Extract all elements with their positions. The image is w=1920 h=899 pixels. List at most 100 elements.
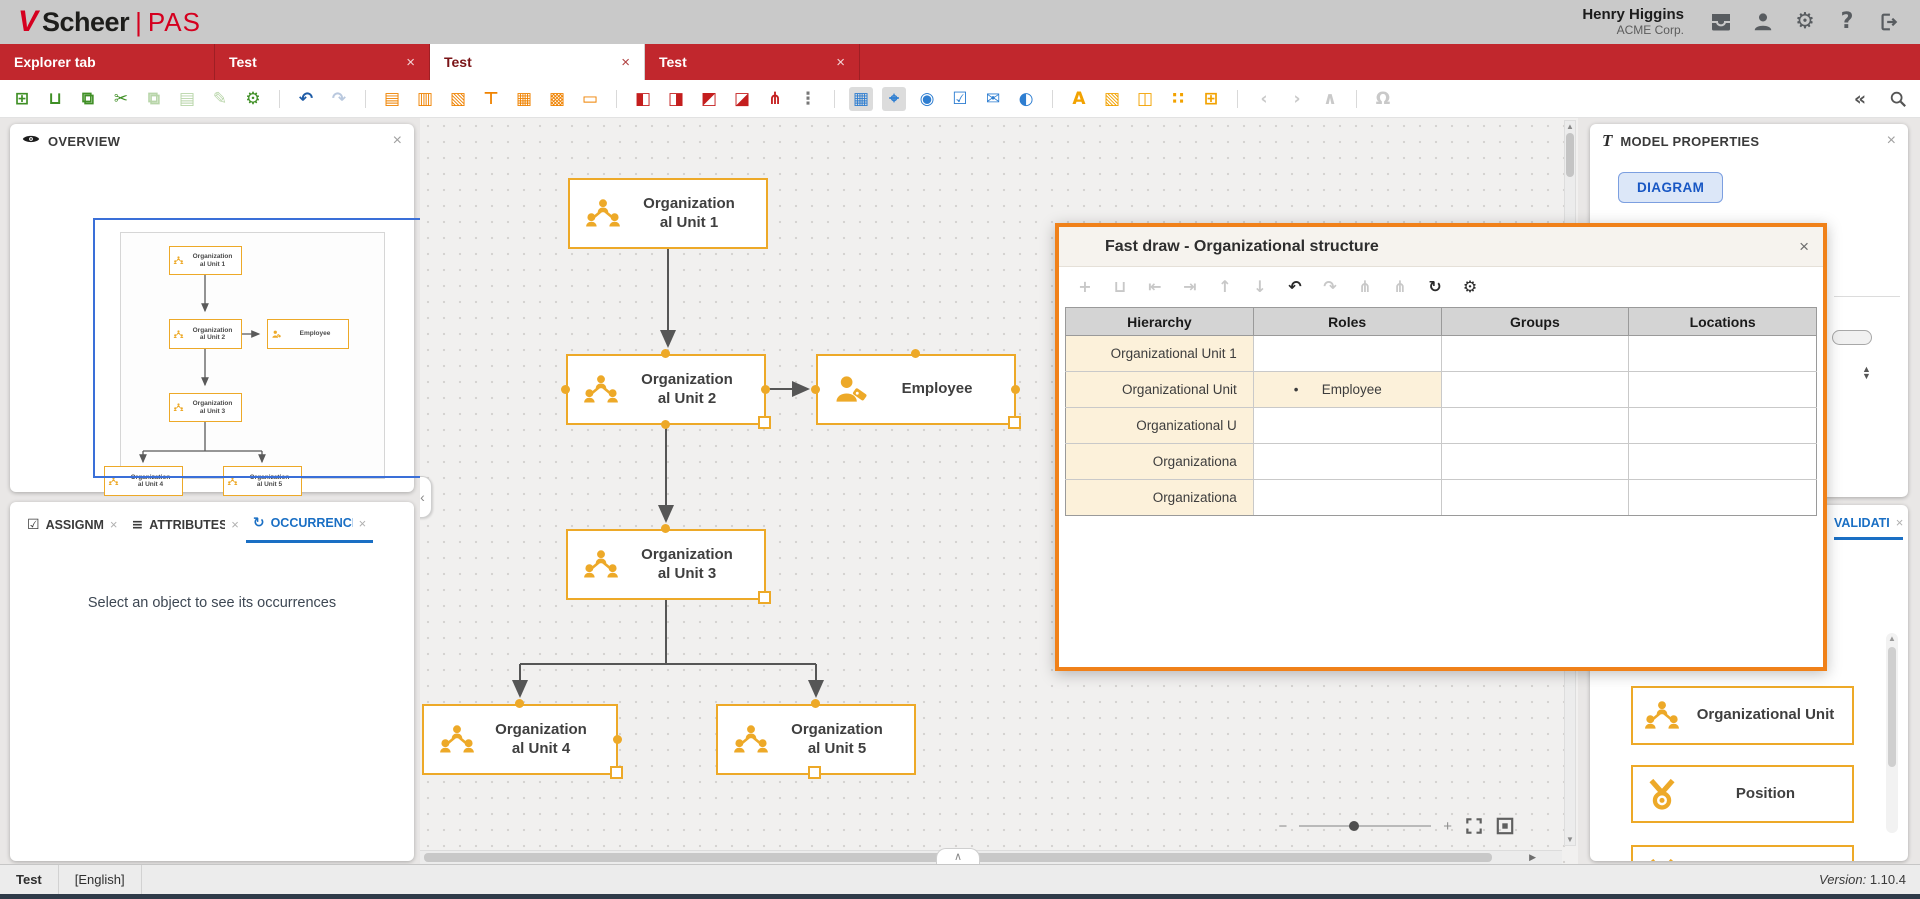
nav-back-icon[interactable]: ‹ bbox=[1252, 87, 1276, 111]
redo-icon[interactable]: ↷ bbox=[327, 87, 351, 111]
groups-cell[interactable] bbox=[1441, 408, 1629, 444]
hierarchy-cell[interactable]: Organizational Unit 1 bbox=[1066, 336, 1254, 372]
export-image-icon[interactable]: ▩ bbox=[545, 87, 569, 111]
font-color-icon[interactable]: A bbox=[1067, 87, 1091, 111]
inbox-tray-icon[interactable] bbox=[1708, 9, 1734, 35]
locations-cell[interactable] bbox=[1629, 336, 1817, 372]
palette-item-3[interactable] bbox=[1631, 845, 1854, 861]
palette-scrollbar[interactable]: ▲ bbox=[1886, 633, 1898, 833]
branch-icon[interactable]: ⋔ bbox=[1355, 274, 1375, 298]
find-objects-icon[interactable]: ◉ bbox=[915, 87, 939, 111]
tab-test-3[interactable]: Test × bbox=[645, 44, 860, 80]
toggle-highlight-icon[interactable]: ◐ bbox=[1014, 87, 1038, 111]
settings-gear-icon[interactable]: ⚙ bbox=[1792, 9, 1818, 35]
user-profile-icon[interactable] bbox=[1750, 9, 1776, 35]
layout-columns-icon[interactable]: ◫ bbox=[1133, 87, 1157, 111]
redo-icon[interactable]: ↷ bbox=[1320, 274, 1340, 298]
delete-object-icon[interactable]: ◪ bbox=[730, 87, 754, 111]
toggle-grid-icon[interactable]: ▦ bbox=[849, 87, 873, 111]
tab-explorer[interactable]: Explorer tab bbox=[0, 44, 215, 80]
canvas-horizontal-scrollbar[interactable]: ▶ bbox=[420, 850, 1562, 864]
connection-port[interactable] bbox=[811, 385, 820, 394]
scroll-down-icon[interactable]: ▼ bbox=[1565, 835, 1575, 844]
delete-row-icon[interactable]: ⊔ bbox=[1110, 274, 1130, 298]
connection-port[interactable] bbox=[661, 524, 670, 533]
tab-close-icon[interactable]: × bbox=[406, 54, 415, 71]
locations-cell[interactable] bbox=[1629, 372, 1817, 408]
connection-port[interactable] bbox=[561, 385, 570, 394]
tab-close-icon[interactable]: × bbox=[1896, 515, 1904, 530]
duplicate-model-icon[interactable]: ⧉ bbox=[76, 87, 100, 111]
resize-handle[interactable] bbox=[758, 416, 771, 429]
format-painter-icon[interactable]: ✎ bbox=[208, 87, 232, 111]
tab-occurrences[interactable]: ↻ OCCURRENCES × bbox=[246, 506, 373, 543]
insert-image-icon[interactable]: ▧ bbox=[1100, 87, 1124, 111]
tab-validation[interactable]: VALIDATI × bbox=[1834, 515, 1903, 540]
diagram-type-button[interactable]: DIAGRAM bbox=[1618, 172, 1723, 203]
connection-port[interactable] bbox=[1011, 385, 1020, 394]
groups-cell[interactable] bbox=[1441, 444, 1629, 480]
overview-close-icon[interactable]: × bbox=[393, 133, 402, 149]
connection-port[interactable] bbox=[661, 349, 670, 358]
connection-port[interactable] bbox=[761, 385, 770, 394]
scroll-up-icon[interactable]: ▲ bbox=[1565, 122, 1575, 131]
nav-up-icon[interactable]: ∧ bbox=[1318, 87, 1342, 111]
node-org-unit-1[interactable]: Organizational Unit 1 bbox=[568, 178, 768, 249]
palette-item-organizational-unit[interactable]: Organizational Unit bbox=[1631, 686, 1854, 745]
node-org-unit-4[interactable]: Organizational Unit 4 bbox=[422, 704, 618, 775]
scroll-right-icon[interactable]: ▶ bbox=[1529, 852, 1536, 863]
add-row-icon[interactable]: + bbox=[1075, 274, 1095, 298]
zoom-in-button[interactable]: + bbox=[1443, 818, 1452, 835]
paste-icon[interactable]: ▤ bbox=[175, 87, 199, 111]
insert-table-icon[interactable]: ⊞ bbox=[1199, 87, 1223, 111]
table-settings-icon[interactable]: ⚙ bbox=[1460, 274, 1480, 298]
connection-port[interactable] bbox=[811, 699, 820, 708]
resize-handle[interactable] bbox=[610, 766, 623, 779]
locations-cell[interactable] bbox=[1629, 480, 1817, 516]
move-down-icon[interactable]: ↓ bbox=[1250, 274, 1270, 298]
layout-grid-icon[interactable]: ∷ bbox=[1166, 87, 1190, 111]
palette-item-position[interactable]: Position bbox=[1631, 765, 1854, 823]
crop-selection-icon[interactable]: ▭ bbox=[578, 87, 602, 111]
tab-attributes[interactable]: ≡ ATTRIBUTES × bbox=[125, 508, 246, 542]
tab-close-icon[interactable]: × bbox=[110, 517, 118, 532]
comments-icon[interactable]: ✉ bbox=[981, 87, 1005, 111]
undo-icon[interactable]: ↶ bbox=[1285, 274, 1305, 298]
lock-icon[interactable]: Ω bbox=[1371, 87, 1395, 111]
zoom-out-button[interactable]: − bbox=[1278, 818, 1287, 835]
connection-port[interactable] bbox=[911, 349, 920, 358]
logout-icon[interactable] bbox=[1876, 9, 1902, 35]
nav-forward-icon[interactable]: › bbox=[1285, 87, 1309, 111]
export-model-icon[interactable]: ▤ bbox=[380, 87, 404, 111]
refresh-icon[interactable]: ↻ bbox=[1425, 274, 1445, 298]
hierarchy-cell[interactable]: Organizational Unit bbox=[1066, 372, 1254, 408]
tab-test-1[interactable]: Test × bbox=[215, 44, 430, 80]
select-mode-icon[interactable]: ⌖ bbox=[882, 87, 906, 111]
undo-icon[interactable]: ↶ bbox=[294, 87, 318, 111]
groups-cell[interactable] bbox=[1441, 372, 1629, 408]
search-icon[interactable] bbox=[1886, 87, 1910, 111]
resize-handle[interactable] bbox=[1008, 416, 1021, 429]
node-org-unit-2[interactable]: Organizational Unit 2 bbox=[566, 354, 766, 425]
palette-scroll-thumb[interactable] bbox=[1888, 647, 1896, 767]
resize-handle[interactable] bbox=[808, 766, 821, 779]
collapse-left-panel-handle[interactable]: ‹ bbox=[420, 476, 432, 518]
zoom-slider-thumb[interactable] bbox=[1349, 821, 1359, 831]
zoom-slider[interactable] bbox=[1299, 825, 1431, 827]
hierarchy-cell[interactable]: Organizationa bbox=[1066, 444, 1254, 480]
outdent-icon[interactable]: ⇤ bbox=[1145, 274, 1165, 298]
tab-close-icon[interactable]: × bbox=[836, 54, 845, 71]
assign-object-icon[interactable]: ◧ bbox=[631, 87, 655, 111]
fullscreen-icon[interactable] bbox=[1464, 816, 1484, 836]
print-model-icon[interactable]: ▦ bbox=[512, 87, 536, 111]
connection-port[interactable] bbox=[515, 699, 524, 708]
tab-test-2-active[interactable]: Test × bbox=[430, 44, 645, 80]
groups-cell[interactable] bbox=[1441, 480, 1629, 516]
tab-close-icon[interactable]: × bbox=[359, 516, 367, 531]
dialog-titlebar[interactable]: Fast draw - Organizational structure × bbox=[1059, 227, 1823, 267]
unassign-object-icon[interactable]: ◨ bbox=[664, 87, 688, 111]
delete-model-icon[interactable]: ⊔ bbox=[43, 87, 67, 111]
model-settings-icon[interactable]: ⚙ bbox=[241, 87, 265, 111]
locations-cell[interactable] bbox=[1629, 444, 1817, 480]
model-report-icon[interactable]: ▥ bbox=[413, 87, 437, 111]
